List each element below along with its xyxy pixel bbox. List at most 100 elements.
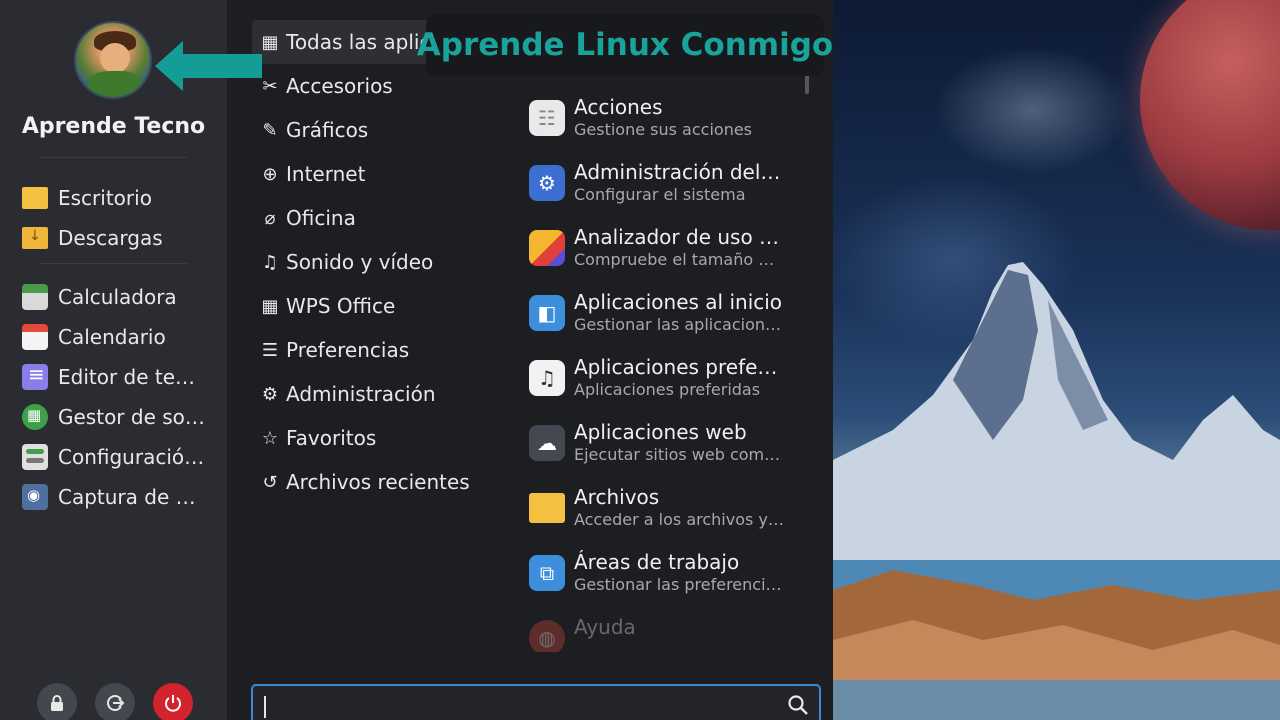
fav-label: Gestor de so… [58,405,205,429]
app-description: Gestionar las aplicacion… [574,315,781,334]
category-label: Archivos recientes [286,470,470,494]
category-wps-office[interactable]: ▦ WPS Office [252,284,492,328]
app-description: Gestione sus acciones [574,120,753,139]
category-label: Sonido y vídeo [286,250,434,274]
folder-icon [22,187,48,209]
app-aplicaciones-web[interactable]: ☁ Aplicaciones web Ejecutar sitios web co… [529,417,791,482]
screenshot-icon [22,484,48,510]
category-graficos[interactable]: ✎ Gráficos [252,108,492,152]
app-administracion-sistema[interactable]: ⚙ Administración del… Configurar el siste… [529,157,791,222]
disk-usage-icon [529,230,565,266]
fav-label: Captura de … [58,485,196,509]
logout-button[interactable] [95,683,135,720]
text-caret [264,696,266,718]
fav-calculadora[interactable]: Calculadora [22,277,212,317]
user-name: Aprende Tecno [21,114,206,139]
search-box[interactable] [251,684,821,720]
lock-icon [51,695,63,711]
power-icon [165,695,181,712]
app-description: Compruebe el tamaño … [574,250,775,269]
media-icon: ♫ [261,251,279,273]
app-name: Archivos [574,485,660,509]
calculator-icon [22,284,48,310]
app-name: Ayuda [574,615,636,639]
category-favoritos[interactable]: ☆ Favoritos [252,416,492,460]
app-acciones[interactable]: ☷ Acciones Gestione sus acciones [529,92,791,157]
app-description: Acceder a los archivos y… [574,510,784,529]
application-list: ☷ Acciones Gestione sus acciones ⚙ Admini… [529,92,791,652]
fav-label: Calculadora [58,285,177,309]
search-icon[interactable] [787,694,809,716]
app-archivos[interactable]: Archivos Acceder a los archivos y… [529,482,791,547]
star-icon: ☆ [261,427,279,449]
grid-icon: ▦ [261,295,279,317]
divider [40,157,187,158]
divider [40,263,187,264]
app-analizador-uso[interactable]: Analizador de uso … Compruebe el tamaño … [529,222,791,287]
category-oficina[interactable]: ⌀ Oficina [252,196,492,240]
app-description: Aplicaciones preferidas [574,380,761,399]
place-label: Descargas [58,226,163,250]
category-administracion[interactable]: ⚙ Administración [252,372,492,416]
desktop-wallpaper [833,0,1280,720]
category-archivos-recientes[interactable]: ↺ Archivos recientes [252,460,492,504]
app-aplicaciones-preferidas[interactable]: ♫ Aplicaciones prefe… Aplicaciones prefer… [529,352,791,417]
app-aplicaciones-inicio[interactable]: ◧ Aplicaciones al inicio Gestionar las ap… [529,287,791,352]
help-icon: ◍ [529,620,565,652]
category-label: Internet [286,162,366,186]
category-label: Administración [286,382,436,406]
actions-icon: ☷ [529,100,565,136]
app-description: Gestionar las preferenci… [574,575,782,594]
favorite-apps-list: Calculadora Calendario Editor de te… Ges… [22,277,212,517]
system-admin-icon: ⚙ [529,165,565,201]
app-description: Ejecutar sitios web com… [574,445,781,464]
files-icon [529,493,565,523]
category-list: ▦ Todas las aplic ✂ Accesorios ✎ Gráfico… [252,20,492,504]
app-name: Aplicaciones web [574,420,747,444]
app-name: Analizador de uso … [574,225,780,249]
app-areas-trabajo[interactable]: ⧉ Áreas de trabajo Gestionar las preferen… [529,547,791,612]
fav-editor-texto[interactable]: Editor de te… [22,357,212,397]
lock-button[interactable] [37,683,77,720]
session-buttons [37,683,193,720]
download-folder-icon [22,227,48,249]
calendar-icon [22,324,48,350]
startup-apps-icon: ◧ [529,295,565,331]
category-label: Todas las aplic [286,30,431,54]
app-name: Acciones [574,95,663,119]
arrow-left-icon [155,41,183,91]
user-avatar[interactable] [74,21,152,99]
app-ayuda[interactable]: ◍ Ayuda [529,612,791,652]
app-name: Aplicaciones al inicio [574,290,783,314]
logout-icon [107,695,125,711]
app-name: Administración del… [574,160,781,184]
tools-icon: ✂ [262,75,278,97]
places-list: Escritorio Descargas [22,178,212,258]
fav-calendario[interactable]: Calendario [22,317,212,357]
fav-gestor-software[interactable]: Gestor de so… [22,397,212,437]
category-preferencias[interactable]: ☰ Preferencias [252,328,492,372]
menu-panel: ▦ Todas las aplic ✂ Accesorios ✎ Gráfico… [227,0,833,720]
category-label: Oficina [286,206,356,230]
globe-icon: ⊕ [262,163,278,185]
preferred-apps-icon: ♫ [529,360,565,396]
category-label: WPS Office [286,294,396,318]
category-internet[interactable]: ⊕ Internet [252,152,492,196]
software-manager-icon [22,404,48,430]
search-input[interactable] [261,690,761,718]
arrow-annotation [180,54,262,78]
fav-configuracion[interactable]: Configuració… [22,437,212,477]
menu-sidebar: Aprende Tecno Escritorio Descargas Calcu… [0,0,227,720]
place-label: Escritorio [58,186,152,210]
app-name: Áreas de trabajo [574,550,740,574]
place-escritorio[interactable]: Escritorio [22,178,212,218]
banner-text: Aprende Linux Conmigo [416,27,834,63]
place-descargas[interactable]: Descargas [22,218,212,258]
category-sonido-video[interactable]: ♫ Sonido y vídeo [252,240,492,284]
power-button[interactable] [153,683,193,720]
category-label: Gráficos [286,118,369,142]
paperclip-icon: ⌀ [264,207,276,229]
fav-captura[interactable]: Captura de … [22,477,212,517]
settings-icon [22,444,48,470]
grid-icon: ▦ [261,31,279,53]
